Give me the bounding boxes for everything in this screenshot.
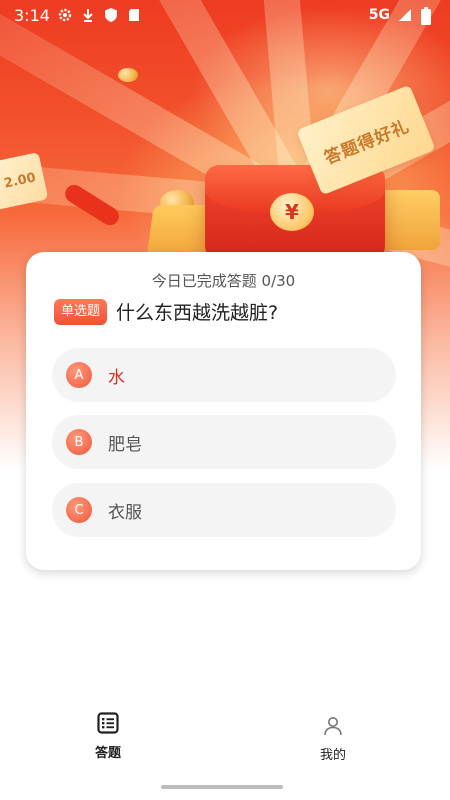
question-text: 什么东西越洗越脏? <box>116 302 279 324</box>
option-letter: B <box>66 429 92 455</box>
option-text: 衣服 <box>108 502 142 523</box>
network-type: 5G <box>368 7 390 23</box>
option-a[interactable]: A 水 <box>52 348 396 402</box>
status-bar: 3:14 5G <box>0 0 450 30</box>
nav-item-quiz[interactable]: 答题 <box>68 712 148 761</box>
daily-progress: 今日已完成答题 0/30 <box>151 272 296 290</box>
option-c[interactable]: C 衣服 <box>52 483 396 537</box>
option-text: 肥皂 <box>108 434 142 455</box>
quiz-card: 今日已完成答题 0/30 单选题 什么东西越洗越脏? A 水 B 肥皂 C 衣服 <box>26 252 421 570</box>
list-icon <box>97 712 119 738</box>
question-type-badge: 单选题 <box>54 298 108 325</box>
home-indicator[interactable] <box>161 785 283 789</box>
nav-label: 答题 <box>94 746 121 761</box>
option-b[interactable]: B 肥皂 <box>52 415 396 469</box>
nav-label: 我的 <box>319 748 346 763</box>
gear-icon <box>57 7 73 23</box>
option-letter: A <box>66 362 92 388</box>
download-icon <box>80 7 96 23</box>
status-time: 3:14 <box>14 5 50 25</box>
sd-card-icon <box>126 7 142 23</box>
signal-icon <box>397 7 413 23</box>
yuan-icon: ¥ <box>270 193 314 231</box>
option-letter: C <box>66 497 92 523</box>
person-icon <box>323 716 343 740</box>
coin-decoration <box>118 68 138 82</box>
battery-icon <box>420 7 436 25</box>
nav-item-mine[interactable]: 我的 <box>293 716 373 763</box>
option-text: 水 <box>108 367 125 388</box>
shield-icon <box>103 7 119 23</box>
question-row: 单选题 什么东西越洗越脏? <box>54 298 278 325</box>
